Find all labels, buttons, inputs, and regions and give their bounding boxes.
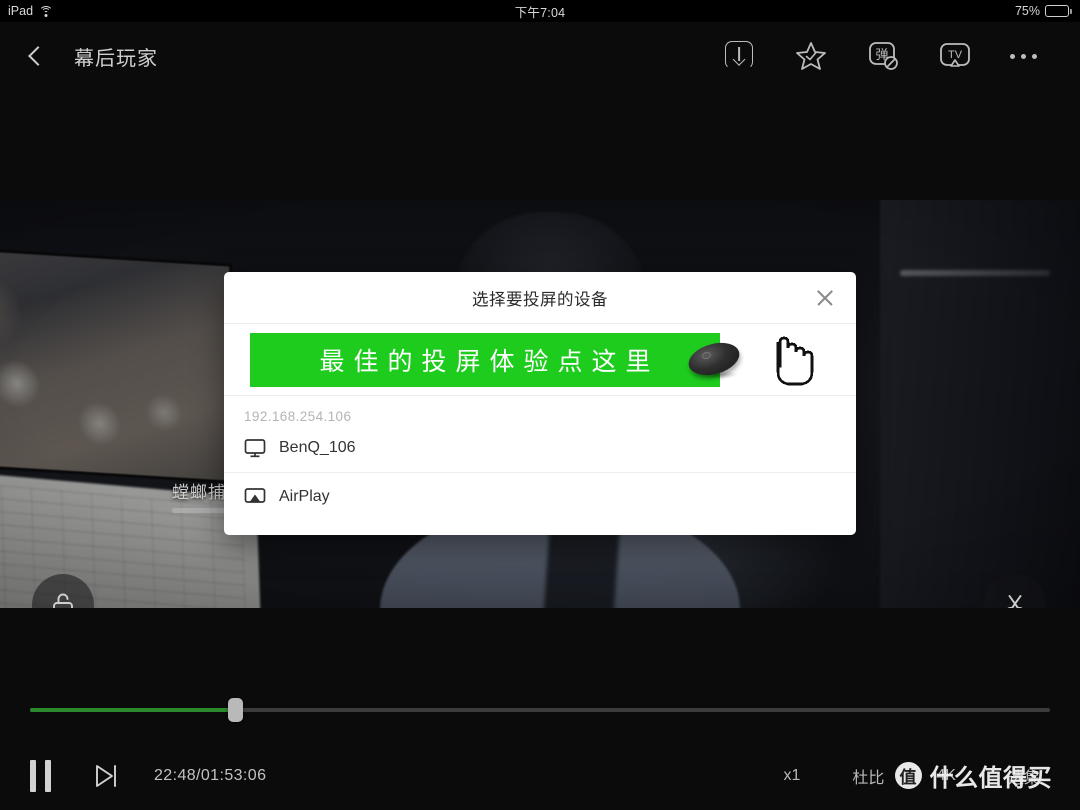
pointing-hand-cursor-icon <box>764 332 824 390</box>
back-button[interactable] <box>8 29 62 83</box>
airplay-icon <box>244 486 266 508</box>
next-episode-button[interactable] <box>91 761 121 791</box>
top-nav-actions: 弹 TV <box>722 39 1044 73</box>
promo-banner-label: 最佳的投屏体验点这里 <box>319 348 660 376</box>
cast-puck-icon <box>684 337 744 381</box>
scissors-icon <box>1007 595 1023 608</box>
dialog-title: 选择要投屏的设备 <box>472 290 608 309</box>
svg-text:TV: TV <box>948 49 963 61</box>
status-bar: iPad 下午7:04 75% <box>0 0 1080 22</box>
download-icon[interactable] <box>722 39 756 73</box>
device-list-item-benq[interactable]: BenQ_106 <box>224 424 856 472</box>
network-ip-label: 192.168.254.106 <box>244 409 352 424</box>
device-name-label: BenQ_106 <box>279 439 356 456</box>
watermark-text: 什么值得买 <box>929 765 1052 792</box>
next-episode-icon <box>96 765 116 787</box>
battery-percent-label: 75% <box>1014 4 1040 18</box>
close-icon[interactable] <box>810 283 840 313</box>
more-options-icon[interactable] <box>1010 39 1044 73</box>
playback-speed-button[interactable]: x1 <box>783 767 800 785</box>
progress-fill <box>30 708 236 712</box>
status-bar-clock: 下午7:04 <box>514 5 566 20</box>
progress-handle[interactable] <box>228 698 244 722</box>
monitor-icon <box>244 437 266 459</box>
video-subtitle-text: 螳螂捕 <box>172 483 226 502</box>
playback-time-label: 22:48/01:53:06 <box>154 767 267 784</box>
danmaku-off-icon[interactable]: 弹 <box>866 39 900 73</box>
unlock-icon <box>53 593 73 608</box>
page-title: 幕后玩家 <box>74 47 158 70</box>
back-chevron-icon <box>27 46 48 66</box>
favorite-star-icon[interactable] <box>794 39 828 73</box>
dialog-header: 选择要投屏的设备 <box>224 272 856 324</box>
device-list-item-airplay[interactable]: AirPlay <box>224 472 856 520</box>
promo-row: 最佳的投屏体验点这里 <box>224 324 856 396</box>
status-bar-right: 75% <box>1015 4 1072 18</box>
video-player-app: iPad 下午7:04 75% 幕后玩家 弹 TV 螳螂捕 选择要投屏的设备 最… <box>0 0 1080 810</box>
pause-button[interactable] <box>30 760 51 792</box>
watermark-logo: 值 <box>894 762 922 789</box>
progress-bar[interactable] <box>30 698 1050 722</box>
battery-icon <box>1045 5 1072 17</box>
cast-device-dialog: 选择要投屏的设备 最佳的投屏体验点这里 192.168.254.106 BenQ… <box>224 272 856 535</box>
promo-banner-button[interactable]: 最佳的投屏体验点这里 <box>250 333 720 387</box>
top-navigation-bar: 幕后玩家 弹 TV <box>0 22 1080 90</box>
device-name-label: AirPlay <box>279 487 330 505</box>
dolby-button[interactable]: 杜比 <box>852 764 884 788</box>
cast-tv-icon[interactable]: TV <box>938 39 972 73</box>
watermark: 值 什么值得买 <box>894 758 1053 793</box>
